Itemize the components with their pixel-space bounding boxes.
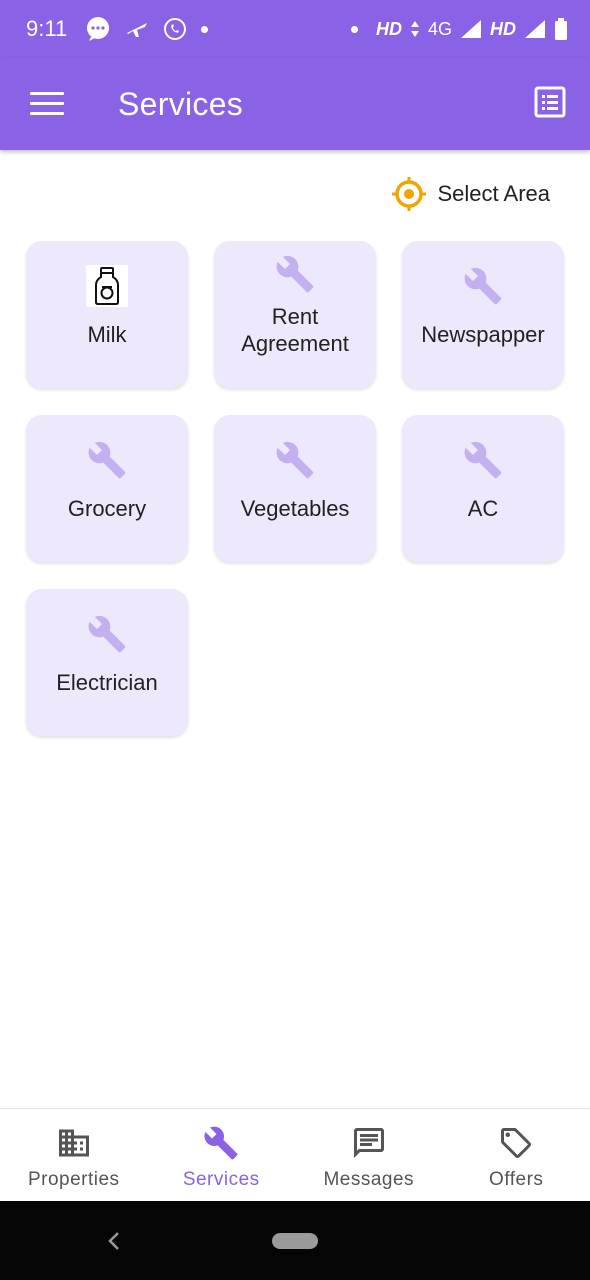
chat-bubble-icon xyxy=(87,17,110,41)
network-label-hd: HD xyxy=(375,18,402,39)
service-card-label: Electrician xyxy=(56,670,158,695)
select-area-label: Select Area xyxy=(437,181,550,206)
signal-icon xyxy=(461,20,481,38)
wrench-icon xyxy=(86,439,128,481)
wrench-icon xyxy=(462,439,504,481)
network-label-hd-2: HD xyxy=(490,18,516,39)
nav-label: Services xyxy=(182,1169,260,1190)
system-nav-bar xyxy=(0,1201,590,1280)
network-label-4g: 4G xyxy=(427,18,452,39)
wrench-icon xyxy=(274,439,316,481)
bottom-nav: Properties Services Messages Offers xyxy=(0,1108,590,1201)
nav-label: Properties xyxy=(27,1169,120,1190)
wrench-icon xyxy=(204,1126,238,1160)
plane-icon xyxy=(127,23,148,37)
back-chevron-icon[interactable] xyxy=(104,1229,124,1253)
tag-icon xyxy=(501,1128,532,1158)
service-card-label: Grocery xyxy=(67,496,147,521)
nav-item-properties[interactable]: Properties xyxy=(0,1109,148,1201)
service-card-label: Milk xyxy=(87,322,127,347)
building-icon xyxy=(58,1129,89,1157)
page-title: Services xyxy=(118,86,244,122)
home-pill-button[interactable] xyxy=(272,1233,318,1249)
phone-icon xyxy=(164,18,187,40)
service-card-grocery[interactable]: Grocery xyxy=(26,415,188,562)
message-icon xyxy=(353,1128,384,1158)
signal-icon-2 xyxy=(525,20,545,38)
milk-bottle-icon xyxy=(86,265,128,307)
wrench-icon xyxy=(462,265,504,307)
select-area-button[interactable]: Select Area xyxy=(391,176,550,212)
service-card-milk[interactable]: Milk xyxy=(26,241,188,388)
service-card-label: AC xyxy=(467,496,499,521)
app-bar: Services xyxy=(0,58,590,150)
hamburger-menu-icon[interactable] xyxy=(30,92,64,116)
service-card-rent-agreement[interactable]: Rent Agreement xyxy=(214,241,376,388)
service-card-label: Vegetables xyxy=(240,496,350,521)
nav-label: Offers xyxy=(489,1169,544,1190)
wrench-icon xyxy=(86,613,128,655)
list-view-icon[interactable] xyxy=(534,86,566,118)
service-card-label: Newspapper xyxy=(421,322,545,347)
location-target-icon xyxy=(392,177,427,211)
battery-icon xyxy=(555,18,567,40)
service-card-newspapper[interactable]: Newspapper xyxy=(402,241,564,388)
notification-dot-icon xyxy=(201,25,209,33)
service-card-electrician[interactable]: Electrician xyxy=(26,589,188,736)
nav-item-services[interactable]: Services xyxy=(148,1109,296,1201)
status-time: 9:11 xyxy=(26,16,68,41)
service-card-ac[interactable]: AC xyxy=(402,415,564,562)
nav-item-messages[interactable]: Messages xyxy=(295,1109,443,1201)
wrench-icon xyxy=(274,253,316,295)
data-arrows-icon xyxy=(410,21,419,37)
service-card-label: Rent Agreement xyxy=(241,304,349,356)
nav-item-offers[interactable]: Offers xyxy=(443,1109,590,1201)
service-card-vegetables[interactable]: Vegetables xyxy=(214,415,376,562)
status-bar: 9:11 HD 4G HD xyxy=(0,0,590,58)
dot-icon xyxy=(350,25,358,33)
nav-label: Messages xyxy=(323,1169,415,1190)
